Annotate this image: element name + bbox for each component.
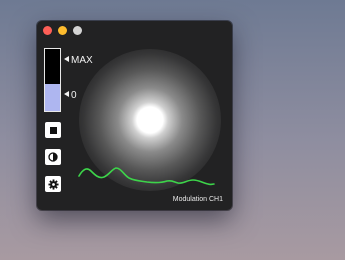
contrast-icon: [48, 152, 58, 162]
level-meter-fill: [45, 84, 60, 111]
stop-icon: [49, 126, 57, 134]
meter-max-label: MAX: [71, 55, 93, 66]
marker-arrow-icon: [64, 56, 69, 62]
contrast-button[interactable]: [45, 149, 61, 165]
status-label: Modulation CH1: [172, 196, 223, 203]
zoom-button[interactable]: [73, 26, 82, 35]
waveform-line: [78, 167, 215, 186]
minimize-button[interactable]: [58, 26, 67, 35]
settings-button[interactable]: [45, 176, 61, 192]
level-meter: [44, 48, 61, 112]
meter-zero-label: 0: [71, 90, 77, 101]
meter-zero-marker: 0: [64, 91, 77, 101]
close-button[interactable]: [43, 26, 52, 35]
gear-icon: [47, 178, 59, 190]
stop-button[interactable]: [45, 122, 61, 138]
meter-max-marker: MAX: [64, 56, 93, 66]
app-window: MAX 0 Modulation CH1: [37, 21, 232, 210]
modulation-waveform: [78, 167, 215, 186]
marker-arrow-icon: [64, 91, 69, 97]
